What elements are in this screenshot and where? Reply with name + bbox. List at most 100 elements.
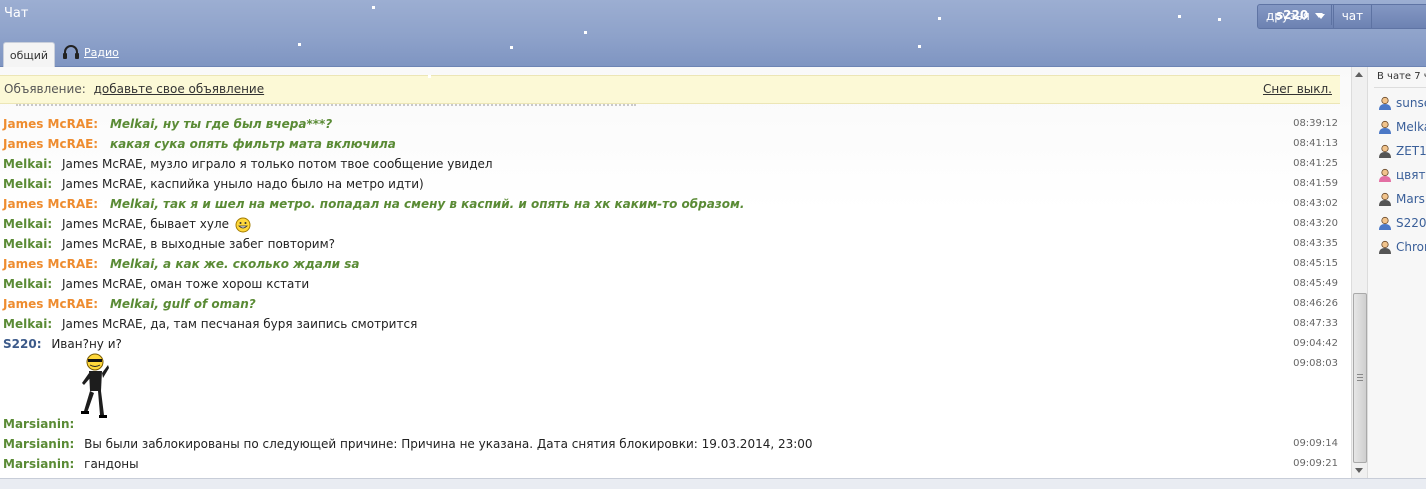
message-time: 08:41:59 [1293,178,1338,189]
user-male-icon [1379,192,1391,206]
tab-radio[interactable]: Радио [62,44,119,60]
message-time: 08:43:02 [1293,198,1338,209]
message-row: Melkai: James McRAE, да, там песчаная бу… [3,314,1338,334]
snowflake [1178,15,1181,18]
announcement-bar: Объявление: добавьте свое объявление Сне… [0,75,1340,104]
message-text: James McRAE, в выходные забег повторим? [62,237,336,251]
message-row-time: 09:08:03 [3,354,1338,374]
user-list-item[interactable]: S220 [1378,213,1426,233]
message-text: Melkai, так я и шел на метро. попадал на… [109,197,745,211]
snowflake [858,407,861,410]
add-announcement-link[interactable]: добавьте свое объявление [94,82,265,96]
message-row: Melkai: James McRAE, оман тоже хорош кст… [3,274,1338,294]
message-time: 08:39:12 [1293,118,1338,129]
headphones-icon [63,45,79,59]
message-author[interactable]: Marsianin: [3,437,74,451]
message-row: James McRAE: Melkai, а как же. сколько ж… [3,254,1338,274]
message-author[interactable]: Melkai: [3,237,52,251]
message-time: 09:08:03 [1293,358,1338,369]
message-text: Иван?ну и? [51,337,122,351]
online-users-panel: В чате 7 ч sunse Melka ZET1 цвято Mars S… [1367,67,1426,478]
user-list-item[interactable]: Melka [1378,117,1426,137]
tab-general[interactable]: общий [3,42,55,67]
chat-messages-area[interactable]: Объявление: добавьте свое объявление Сне… [0,67,1351,478]
divider [1374,87,1426,88]
user-female-icon [1379,168,1391,182]
user-male-icon [1379,120,1391,134]
message-text: James McRAE, музло играло я только потом… [62,157,493,171]
message-author[interactable]: Melkai: [3,277,52,291]
message-time: 08:43:35 [1293,238,1338,249]
message-time: 09:09:21 [1293,458,1338,469]
user-male-icon [1379,96,1391,110]
snow-toggle-link[interactable]: Снег выкл. [1263,76,1332,103]
chat-scrollbar[interactable] [1351,67,1367,478]
message-time: 08:41:25 [1293,158,1338,169]
announcement-prefix: Объявление: [4,82,86,96]
message-text: Melkai, а как же. сколько ждали sa [109,257,360,271]
user-menu-button[interactable]: s220 [1268,5,1333,25]
message-author[interactable]: Melkai: [3,217,52,231]
user-name: цвято [1396,168,1426,182]
online-count: В чате 7 ч [1377,71,1426,82]
user-list-item[interactable]: цвято [1378,165,1426,185]
message-author[interactable]: Marsianin: [3,417,74,431]
message-text: James McRAE, оман тоже хорош кстати [62,277,310,291]
message-author[interactable]: Melkai: [3,317,52,331]
message-input-toolbar [0,478,1426,489]
user-name: S220 [1396,216,1426,230]
user-name: Melka [1396,120,1426,134]
message-row: Melkai: James McRAE, музло играло я толь… [3,154,1338,174]
message-author[interactable]: Melkai: [3,177,52,191]
message-row: James McRAE: Melkai, gulf of oman? 08:46… [3,294,1338,314]
message-author[interactable]: James McRAE: [3,257,98,271]
snowflake [1218,18,1221,21]
message-time: 08:47:33 [1293,318,1338,329]
scroll-up-arrow-icon[interactable] [1355,72,1363,77]
user-name: ZET1 [1396,144,1426,158]
chat-menu-button[interactable]: чат [1334,5,1373,28]
message-time: 08:45:49 [1293,278,1338,289]
message-author[interactable]: Marsianin: [3,457,74,471]
message-text: James McRAE, бывает хуле [62,217,230,231]
message-text: гандоны [84,457,139,471]
snowflake [510,46,513,49]
user-list-item[interactable]: Mars [1378,189,1425,209]
top-menu: s220 друзья чат [1257,4,1426,29]
message-row: Marsianin: Вы были заблокированы по след… [3,434,1338,454]
message-row: Marsianin: [3,414,1338,434]
snowflake [918,45,921,48]
message-author[interactable]: James McRAE: [3,117,98,131]
message-author[interactable]: Melkai: [3,157,52,171]
message-author[interactable]: S220: [3,337,42,351]
user-list-item[interactable]: Chron [1378,237,1426,257]
message-author[interactable]: James McRAE: [3,137,98,151]
grip-line [1357,374,1363,375]
user-male-icon [1379,144,1391,158]
smiley-grin-icon [235,217,251,232]
user-list-item[interactable]: sunse [1378,93,1426,113]
user-male-icon [1379,216,1391,230]
message-author[interactable]: James McRAE: [3,297,98,311]
message-row: Melkai: James McRAE, каспийка уныло надо… [3,174,1338,194]
message-row: S220: Иван?ну и? 09:04:42 [3,334,1338,354]
tab-radio-label: Радио [84,45,119,59]
message-text: James McRAE, да, там песчаная буря заипи… [62,317,418,331]
message-time: 09:04:42 [1293,338,1338,349]
message-text: какая сука опять фильтр мата включила [109,137,396,151]
clipped-message-remnant [16,104,636,112]
user-name: sunse [1396,96,1426,110]
user-list-item[interactable]: ZET1 [1378,141,1426,161]
user-male-icon [1379,240,1391,254]
snowflake [584,31,587,34]
user-name: Chron [1396,240,1426,254]
grip-line [1357,380,1363,381]
snowflake [938,17,941,20]
message-row: Melkai: James McRAE, в выходные забег по… [3,234,1338,254]
message-author[interactable]: James McRAE: [3,197,98,211]
chat-menu-label: чат [1341,9,1364,23]
message-time: 08:45:15 [1293,258,1338,269]
scroll-down-arrow-icon[interactable] [1355,468,1363,473]
message-time: 08:43:20 [1293,218,1338,229]
scrollbar-thumb[interactable] [1353,293,1367,463]
